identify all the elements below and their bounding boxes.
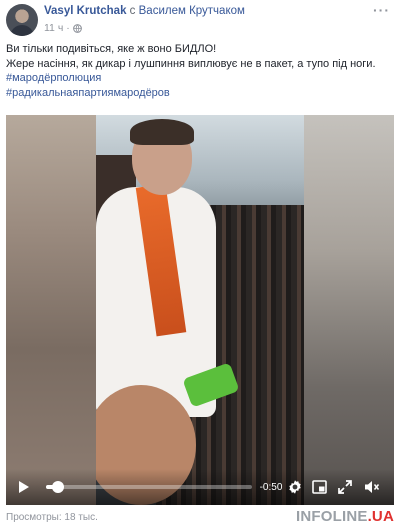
author-name-link[interactable]: Vasyl Krutchak [44, 5, 126, 17]
views-count: Просмотры: 18 тыс. [6, 512, 98, 523]
play-icon[interactable] [14, 478, 34, 496]
avatar-shoulders [10, 25, 34, 36]
post-text-line: Жере насіння, як дикар і лушпиння виплюв… [6, 57, 376, 70]
post-meta: 11 ч · [44, 22, 82, 34]
video-frame [96, 115, 304, 505]
time-remaining: -0:50 [259, 481, 283, 493]
facebook-post: Vasyl Krutchak с Василем Крутчаком 11 ч … [0, 0, 400, 530]
post-text-line: Ви тільки подивіться, яке ж воно БИДЛО! [6, 43, 217, 55]
video-controls: -0:50 [6, 469, 394, 505]
tagged-person-link[interactable]: Василем Крутчаком [139, 5, 245, 17]
hashtag-link[interactable]: #мародёрполюция [6, 71, 394, 86]
post-options-button[interactable]: ··· [373, 2, 390, 18]
hashtag-link[interactable]: #радикальнаяпартиямародёров [6, 86, 394, 101]
post-author-line: Vasyl Krutchak с Василем Крутчаком [44, 5, 245, 17]
post-header: Vasyl Krutchak с Василем Крутчаком 11 ч … [6, 2, 394, 36]
watermark-tld: .UA [367, 508, 394, 525]
post-timestamp[interactable]: 11 ч [44, 22, 63, 34]
meta-separator: · [66, 22, 70, 34]
video-blur-left [6, 115, 96, 505]
post-text: Ви тільки подивіться, яке ж воно БИДЛО! … [6, 42, 394, 100]
with-word: с [129, 5, 136, 17]
author-avatar[interactable] [6, 4, 38, 36]
progress-bar[interactable] [46, 481, 252, 493]
infoline-watermark: INFOLINE.UA [296, 508, 394, 525]
watermark-name: INFOLINE [295, 508, 368, 525]
volume-icon[interactable] [362, 478, 382, 496]
gear-icon[interactable] [286, 478, 304, 496]
spectator-hair [130, 119, 194, 145]
progress-handle[interactable] [52, 481, 65, 493]
video-blur-right [304, 115, 394, 505]
fullscreen-icon[interactable] [336, 478, 354, 496]
picture-in-picture-icon[interactable] [310, 478, 328, 496]
video-player[interactable]: -0:50 [6, 115, 394, 505]
globe-icon[interactable] [72, 23, 82, 33]
